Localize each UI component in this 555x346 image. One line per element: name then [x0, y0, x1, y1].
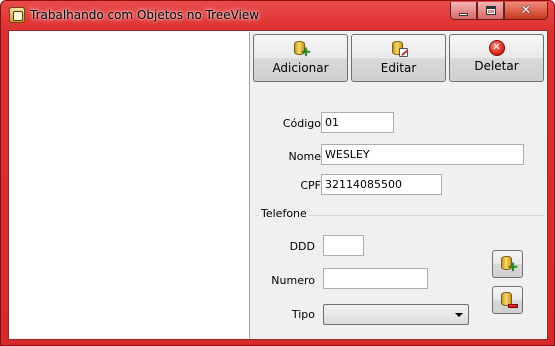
remove-phone-button[interactable]	[492, 286, 523, 314]
cpf-field[interactable]	[321, 174, 442, 195]
minimize-button[interactable]	[450, 2, 477, 20]
numero-field[interactable]	[323, 268, 428, 289]
treeview[interactable]	[10, 32, 250, 338]
chevron-down-icon	[455, 313, 463, 317]
codigo-label: Código	[282, 117, 321, 130]
add-button[interactable]: + Adicionar	[253, 34, 348, 82]
add-button-label: Adicionar	[272, 61, 329, 75]
numero-label: Numero	[271, 274, 315, 287]
app-icon[interactable]	[9, 7, 25, 23]
delete-icon: ✕	[488, 40, 505, 56]
window-title: Trabalhando com Objetos no TreeView	[30, 8, 260, 22]
title-bar[interactable]: Trabalhando com Objetos no TreeView ✕	[1, 1, 554, 28]
close-icon: ✕	[520, 3, 532, 18]
database-edit-icon	[391, 40, 408, 58]
maximize-icon	[485, 6, 496, 15]
tipo-select[interactable]	[323, 304, 469, 325]
codigo-field[interactable]	[321, 112, 394, 133]
delete-button-label: Deletar	[474, 59, 519, 73]
database-add-icon: +	[293, 40, 311, 59]
client-area: + Adicionar Editar ✕ Deletar Código Nome…	[8, 30, 548, 340]
delete-button[interactable]: ✕ Deletar	[449, 34, 544, 82]
nome-field[interactable]	[321, 144, 524, 165]
edit-button[interactable]: Editar	[351, 34, 446, 82]
minimize-icon	[459, 12, 468, 16]
ddd-label: DDD	[289, 240, 315, 253]
close-button[interactable]: ✕	[504, 2, 548, 20]
add-phone-button[interactable]: +	[492, 250, 523, 278]
ddd-field[interactable]	[323, 235, 364, 256]
telefone-group-title: Telefone	[259, 207, 309, 220]
tipo-label: Tipo	[291, 308, 315, 321]
nome-label: Nome	[288, 150, 321, 163]
main-window: Trabalhando com Objetos no TreeView ✕ + …	[0, 0, 555, 346]
maximize-button[interactable]	[477, 2, 504, 20]
database-add-icon: +	[500, 255, 518, 274]
caption-buttons: ✕	[450, 2, 548, 21]
details-panel: + Adicionar Editar ✕ Deletar Código Nome…	[251, 31, 547, 339]
cpf-label: CPF	[300, 179, 321, 192]
database-remove-icon	[500, 291, 518, 309]
edit-button-label: Editar	[380, 61, 417, 75]
